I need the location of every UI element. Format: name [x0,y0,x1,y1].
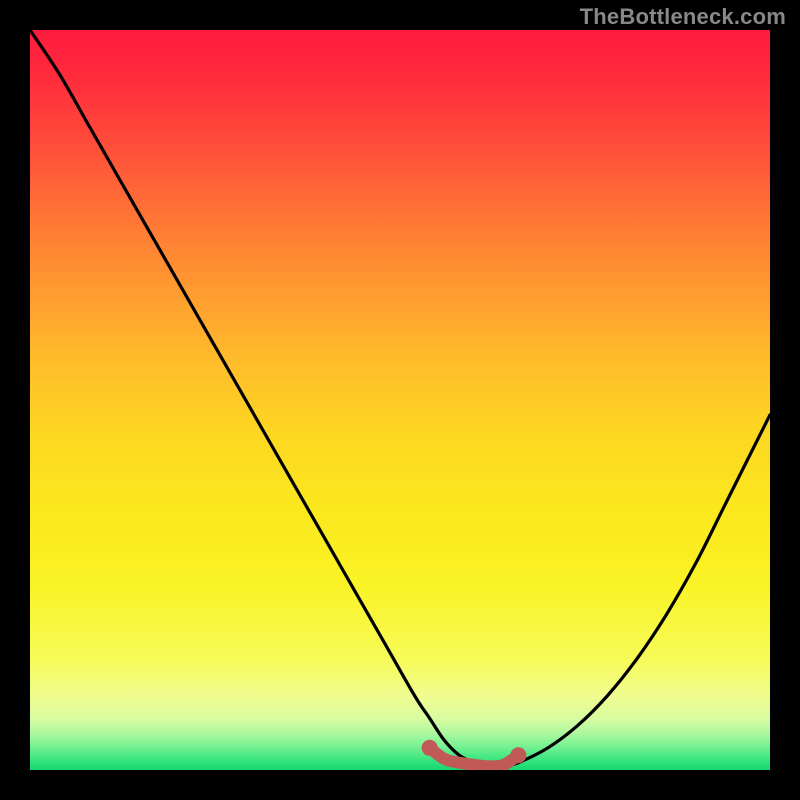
attribution-label: TheBottleneck.com [580,4,786,30]
bottleneck-curve [30,30,770,767]
sweet-spot-end-marker [510,747,526,763]
chart-container: TheBottleneck.com [0,0,800,800]
curve-svg [30,30,770,770]
sweet-spot-start-marker [422,740,438,756]
highlight-band [430,748,519,767]
plot-area [30,30,770,770]
